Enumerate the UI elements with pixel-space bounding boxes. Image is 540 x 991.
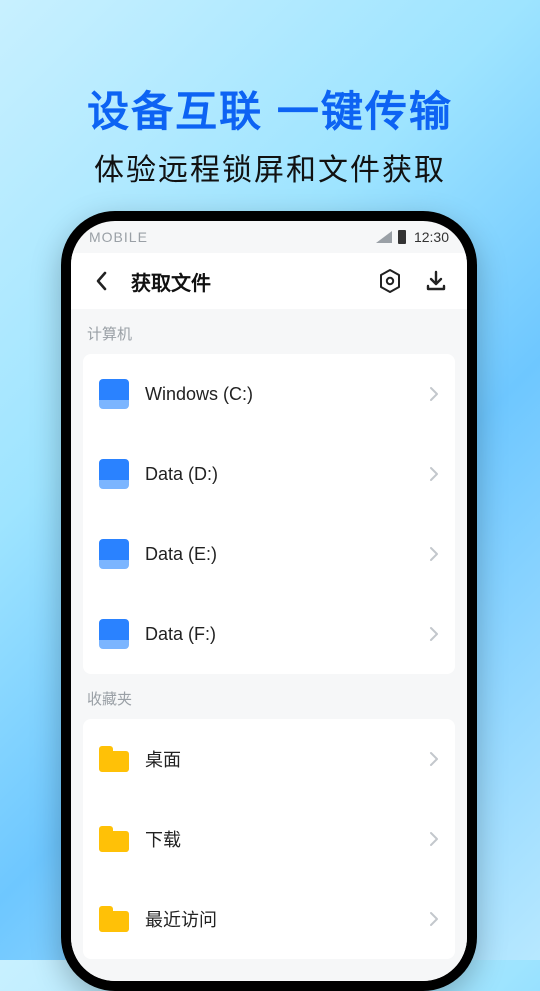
drive-label: Data (F:) [145,624,413,645]
drive-row[interactable]: Data (E:) [83,514,455,594]
chevron-left-icon [94,271,110,291]
favorites-card: 桌面 下载 最近访问 [83,719,455,959]
phone-screen: MOBILE 12:30 获取文件 计算机 Win [71,221,467,981]
drive-row[interactable]: Data (F:) [83,594,455,674]
hero-subtitle: 体验远程锁屏和文件获取 [0,145,540,189]
content-area: 计算机 Windows (C:) Data (D:) Data (E:) [71,309,467,981]
battery-icon [398,230,406,244]
drive-icon [99,459,129,489]
gear-hex-icon [377,268,403,294]
drive-icon [99,539,129,569]
page-title: 获取文件 [131,267,211,296]
back-button[interactable] [85,264,119,298]
drive-label: Windows (C:) [145,384,413,405]
folder-icon [99,906,129,932]
drive-icon [99,619,129,649]
chevron-right-icon [429,751,439,767]
status-bar: MOBILE 12:30 [71,221,467,253]
carrier-label: MOBILE [89,229,148,245]
drive-icon [99,379,129,409]
favorite-row[interactable]: 桌面 [83,719,455,799]
section-label-favorites: 收藏夹 [71,674,467,719]
hero-title: 设备互联 一键传输 [0,78,540,139]
clock-label: 12:30 [414,229,449,245]
download-icon [424,269,448,293]
chevron-right-icon [429,831,439,847]
favorite-label: 下载 [145,826,413,852]
chevron-right-icon [429,626,439,642]
folder-icon [99,826,129,852]
favorite-row[interactable]: 最近访问 [83,879,455,959]
favorite-row[interactable]: 下载 [83,799,455,879]
signal-icon [376,231,392,243]
chevron-right-icon [429,546,439,562]
app-bar: 获取文件 [71,253,467,309]
favorite-label: 最近访问 [145,906,413,932]
drive-row[interactable]: Windows (C:) [83,354,455,434]
chevron-right-icon [429,911,439,927]
folder-icon [99,746,129,772]
chevron-right-icon [429,466,439,482]
chevron-right-icon [429,386,439,402]
settings-button[interactable] [373,264,407,298]
drive-label: Data (E:) [145,544,413,565]
drives-card: Windows (C:) Data (D:) Data (E:) Data (F… [83,354,455,674]
favorite-label: 桌面 [145,746,413,772]
download-button[interactable] [419,264,453,298]
drive-row[interactable]: Data (D:) [83,434,455,514]
phone-frame: MOBILE 12:30 获取文件 计算机 Win [61,211,477,991]
section-label-computer: 计算机 [71,309,467,354]
drive-label: Data (D:) [145,464,413,485]
hero-headline: 设备互联 一键传输 体验远程锁屏和文件获取 [0,0,540,189]
